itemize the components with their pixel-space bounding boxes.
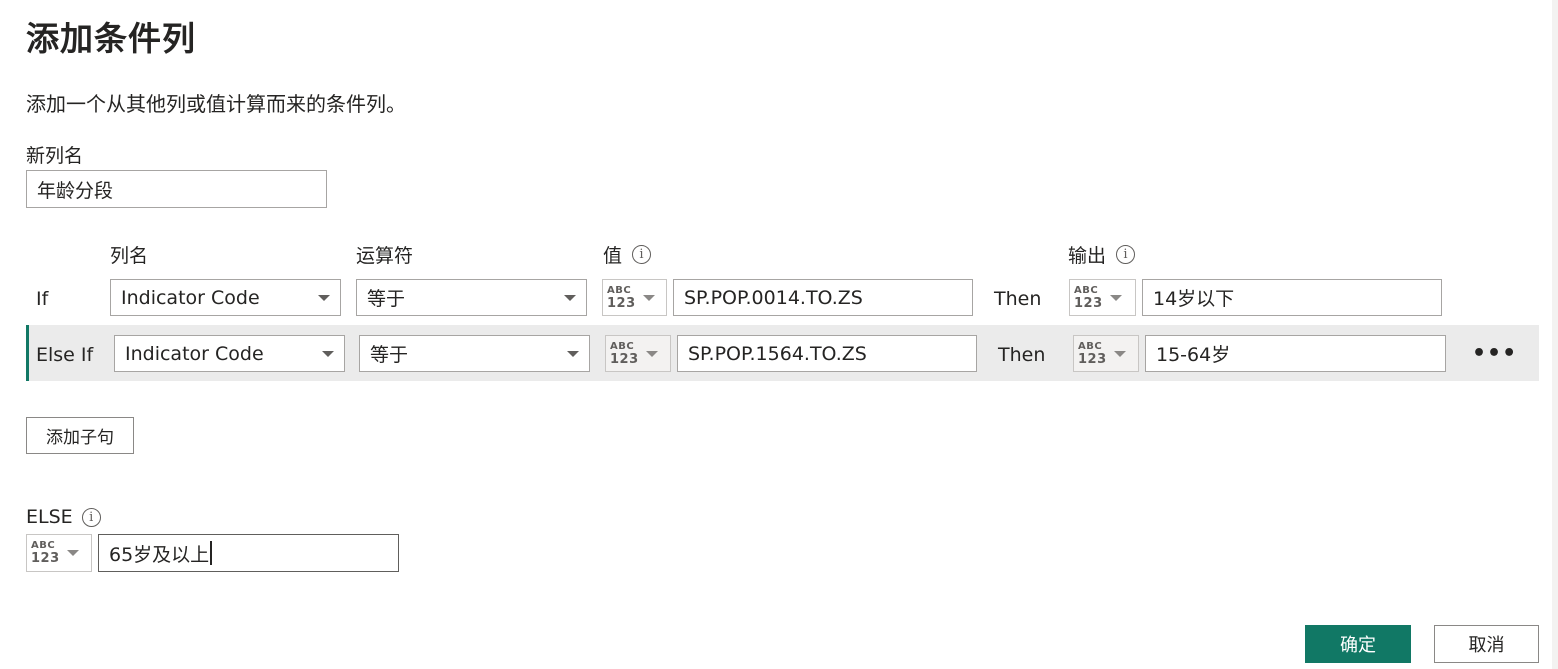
clause-2-operator-dropdown[interactable]: 等于 xyxy=(359,335,590,372)
header-operator: 运算符 xyxy=(356,245,414,267)
chevron-down-icon xyxy=(66,550,79,556)
clause-2-value-type-picker[interactable]: ABC 123 xyxy=(605,335,671,372)
info-icon[interactable]: i xyxy=(1116,245,1136,264)
abc-123-type-icon: ABC 123 xyxy=(610,340,639,367)
ok-button[interactable]: 确定 xyxy=(1305,625,1411,663)
chevron-down-icon xyxy=(1113,350,1126,357)
clause-2-then-label: Then xyxy=(998,344,1046,366)
abc-123-type-icon: ABC 123 xyxy=(607,284,636,311)
else-value: 65岁及以上 xyxy=(109,543,210,566)
add-clause-button[interactable]: 添加子句 xyxy=(26,417,134,454)
clause-1-value-type-picker[interactable]: ABC 123 xyxy=(602,279,667,316)
header-value-label: 值 xyxy=(603,245,623,267)
clause-1-output-input[interactable]: 14岁以下 xyxy=(1142,279,1442,316)
chevron-down-icon xyxy=(567,350,579,357)
clause-2-output: 15-64岁 xyxy=(1156,344,1231,366)
chevron-down-icon xyxy=(1109,294,1122,301)
clause-1-value: SP.POP.0014.TO.ZS xyxy=(684,286,863,309)
clause-1-operator-dropdown[interactable]: 等于 xyxy=(356,279,587,316)
clause-1-output-type-picker[interactable]: ABC 123 xyxy=(1069,279,1136,316)
more-options-icon[interactable]: ••• xyxy=(1472,341,1517,366)
chevron-down-icon xyxy=(645,350,658,357)
clause-1-output: 14岁以下 xyxy=(1153,288,1235,310)
header-output-label: 输出 xyxy=(1068,245,1107,267)
new-column-label: 新列名 xyxy=(26,145,84,167)
chevron-down-icon xyxy=(322,350,334,357)
header-column-name: 列名 xyxy=(110,245,149,267)
else-output-input[interactable]: 65岁及以上 xyxy=(98,534,399,572)
header-value: 值 i xyxy=(603,241,652,268)
clause-2-output-type-picker[interactable]: ABC 123 xyxy=(1073,335,1139,372)
dropdown-value: Indicator Code xyxy=(125,342,264,365)
clause-2-column-dropdown[interactable]: Indicator Code xyxy=(114,335,345,372)
abc-123-type-icon: ABC 123 xyxy=(1078,340,1107,367)
clause-1-value-input[interactable]: SP.POP.0014.TO.ZS xyxy=(673,279,973,316)
clause-2-value-input[interactable]: SP.POP.1564.TO.ZS xyxy=(677,335,977,372)
dropdown-value: Indicator Code xyxy=(121,286,260,309)
scrollbar[interactable] xyxy=(1552,0,1558,669)
else-header: ELSE i xyxy=(26,506,101,528)
info-icon[interactable]: i xyxy=(81,507,101,527)
clause-1-column-dropdown[interactable]: Indicator Code xyxy=(110,279,341,316)
dropdown-value: 等于 xyxy=(367,288,406,310)
header-output: 输出 i xyxy=(1068,241,1136,268)
new-column-input[interactable]: 年龄分段 xyxy=(26,170,327,208)
abc-123-type-icon: ABC 123 xyxy=(1074,284,1103,311)
dropdown-value: 等于 xyxy=(370,344,409,366)
cancel-button[interactable]: 取消 xyxy=(1434,625,1539,663)
chevron-down-icon xyxy=(564,294,576,301)
dialog-title: 添加条件列 xyxy=(26,19,196,58)
clause-keyword-if: If xyxy=(36,288,49,310)
chevron-down-icon xyxy=(318,294,330,301)
clause-2-output-input[interactable]: 15-64岁 xyxy=(1145,335,1446,372)
new-column-value: 年龄分段 xyxy=(37,179,114,202)
dialog-subtitle: 添加一个从其他列或值计算而来的条件列。 xyxy=(26,92,406,116)
else-label: ELSE xyxy=(26,506,73,528)
info-icon[interactable]: i xyxy=(632,245,652,264)
else-type-picker[interactable]: ABC 123 xyxy=(26,534,92,572)
chevron-down-icon xyxy=(642,294,655,301)
clause-1-then-label: Then xyxy=(994,288,1042,310)
clause-2-value: SP.POP.1564.TO.ZS xyxy=(688,342,867,365)
text-caret xyxy=(210,541,212,565)
abc-123-type-icon: ABC 123 xyxy=(31,540,60,566)
clause-keyword-else-if: Else If xyxy=(36,344,94,366)
